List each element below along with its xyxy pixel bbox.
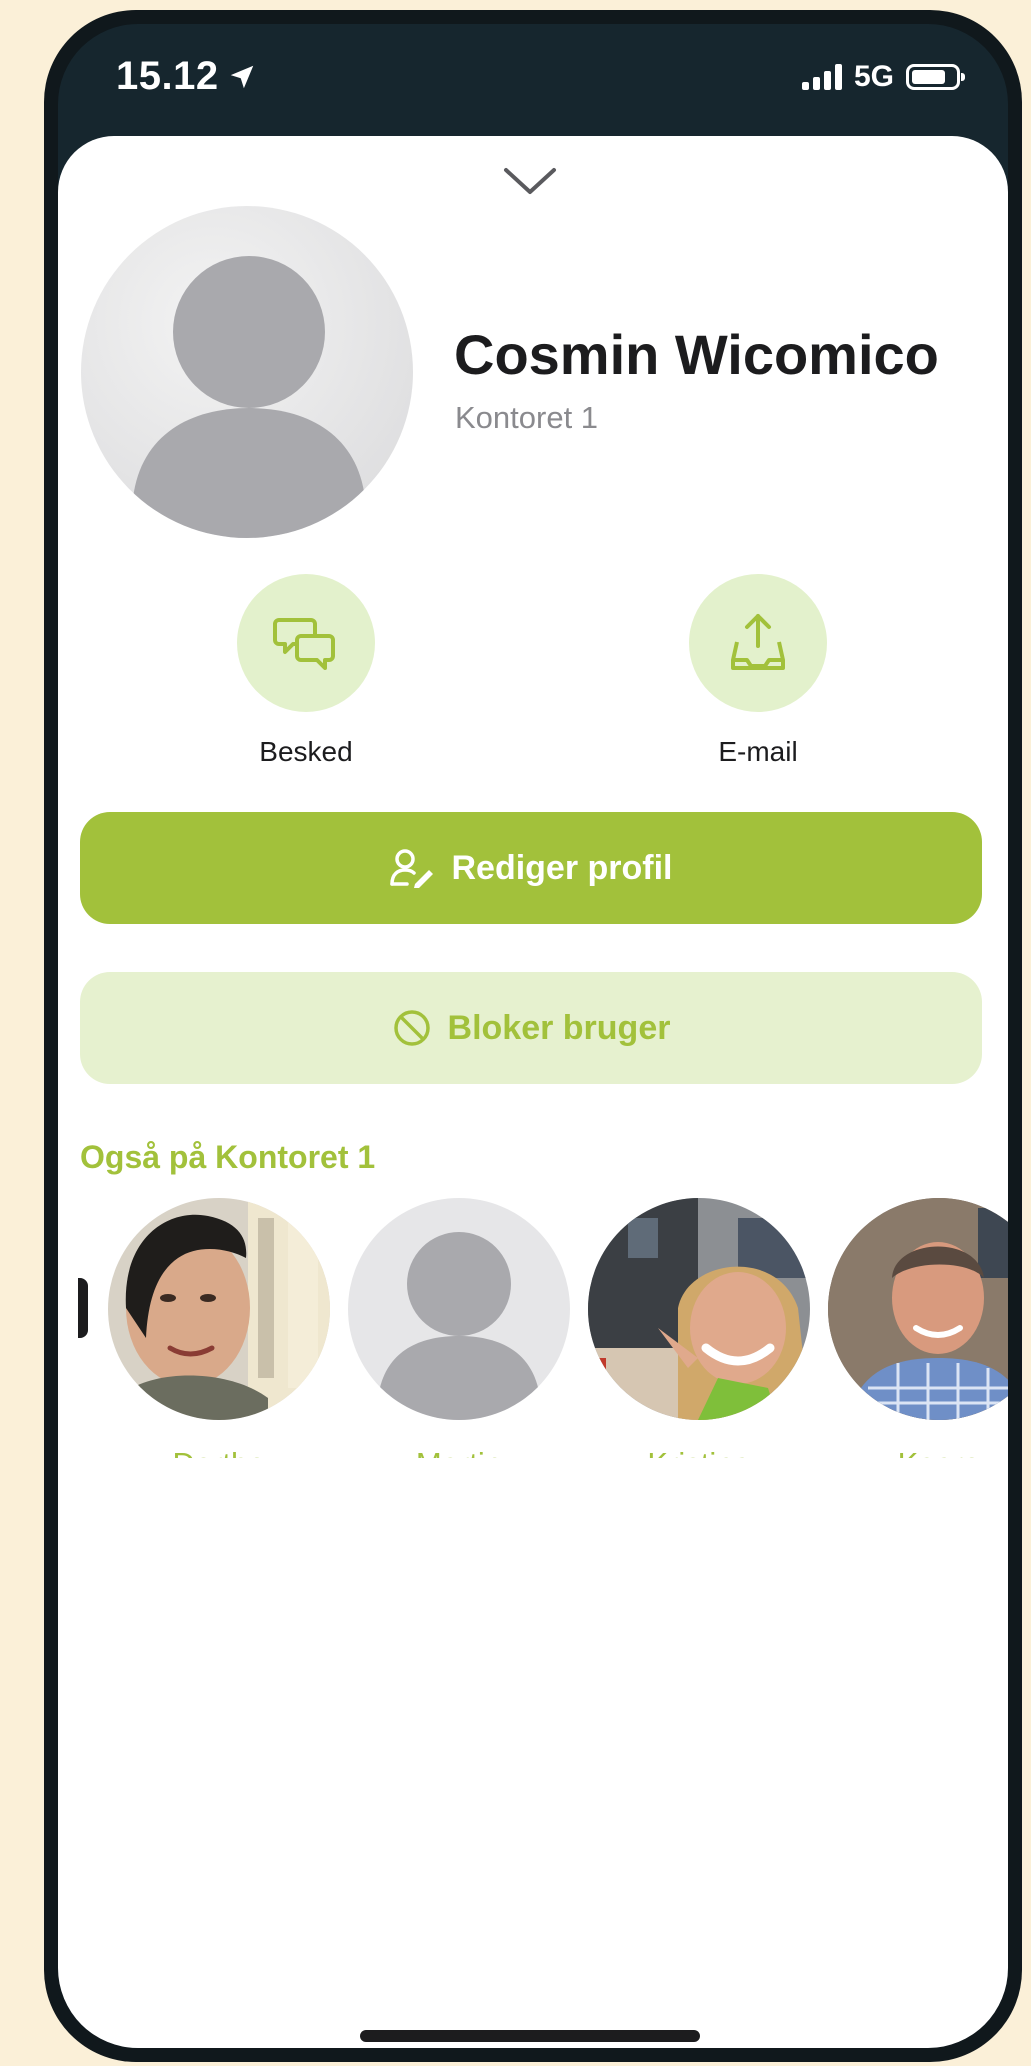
- chat-bubbles-icon: [273, 618, 335, 670]
- edit-profile-label: Rediger profil: [451, 848, 673, 887]
- screen: 15.12 5G Cosmin Wicomico Kontoret 1 Besk…: [58, 24, 1008, 2048]
- signal-icon: [801, 64, 842, 90]
- block-icon: [393, 1010, 430, 1046]
- email-label: E-mail: [718, 736, 798, 767]
- people-carousel[interactable]: Dorthe Martin: [58, 1198, 1008, 1458]
- profile-sheet: Cosmin Wicomico Kontoret 1 Besked E-mail…: [58, 136, 1008, 2048]
- battery-icon: [906, 64, 965, 90]
- carousel-partial-item: [78, 1278, 88, 1338]
- person-item[interactable]: Martin: [344, 1198, 574, 1458]
- phone-frame: 15.12 5G Cosmin Wicomico Kontoret 1 Besk…: [44, 10, 1022, 2062]
- message-action[interactable]: Besked: [206, 574, 406, 768]
- default-avatar-icon: [348, 1198, 570, 1420]
- email-button[interactable]: [689, 574, 827, 712]
- profile-avatar: [81, 206, 413, 538]
- network-label: 5G: [853, 60, 894, 93]
- status-bar: 15.12 5G: [58, 24, 1008, 134]
- email-action[interactable]: E-mail: [658, 574, 858, 768]
- person-name: Dorthe: [104, 1446, 334, 1458]
- person-photo: [828, 1198, 1008, 1420]
- block-user-button[interactable]: Bloker bruger: [80, 972, 982, 1084]
- home-indicator[interactable]: [360, 2030, 700, 2042]
- profile-name: Cosmin Wicomico: [454, 323, 939, 386]
- location-arrow-icon: [230, 65, 253, 88]
- edit-profile-button[interactable]: Rediger profil: [80, 812, 982, 924]
- message-label: Besked: [259, 736, 353, 767]
- profile-subtitle: Kontoret 1: [455, 400, 599, 435]
- person-photo: [588, 1198, 810, 1420]
- person-item[interactable]: Kristina: [584, 1198, 814, 1458]
- user-edit-icon: [390, 849, 434, 888]
- person-name: Kristina: [584, 1446, 814, 1458]
- person-item[interactable]: Kaare: [824, 1198, 1008, 1458]
- status-time-text: 15.12: [116, 54, 219, 98]
- person-name: Martin: [344, 1446, 574, 1458]
- block-user-label: Bloker bruger: [447, 1008, 671, 1047]
- person-name: Kaare: [824, 1446, 1008, 1458]
- share-tray-icon: [731, 614, 785, 670]
- message-button[interactable]: [237, 574, 375, 712]
- person-item[interactable]: Dorthe: [104, 1198, 334, 1458]
- person-photo: [348, 1198, 570, 1420]
- section-title: Også på Kontoret 1: [80, 1139, 376, 1175]
- status-time: 15.12: [116, 54, 257, 99]
- status-indicators: 5G: [801, 60, 965, 94]
- default-avatar-icon: [133, 256, 365, 538]
- chevron-down-icon[interactable]: [500, 164, 560, 200]
- person-photo: [108, 1198, 330, 1420]
